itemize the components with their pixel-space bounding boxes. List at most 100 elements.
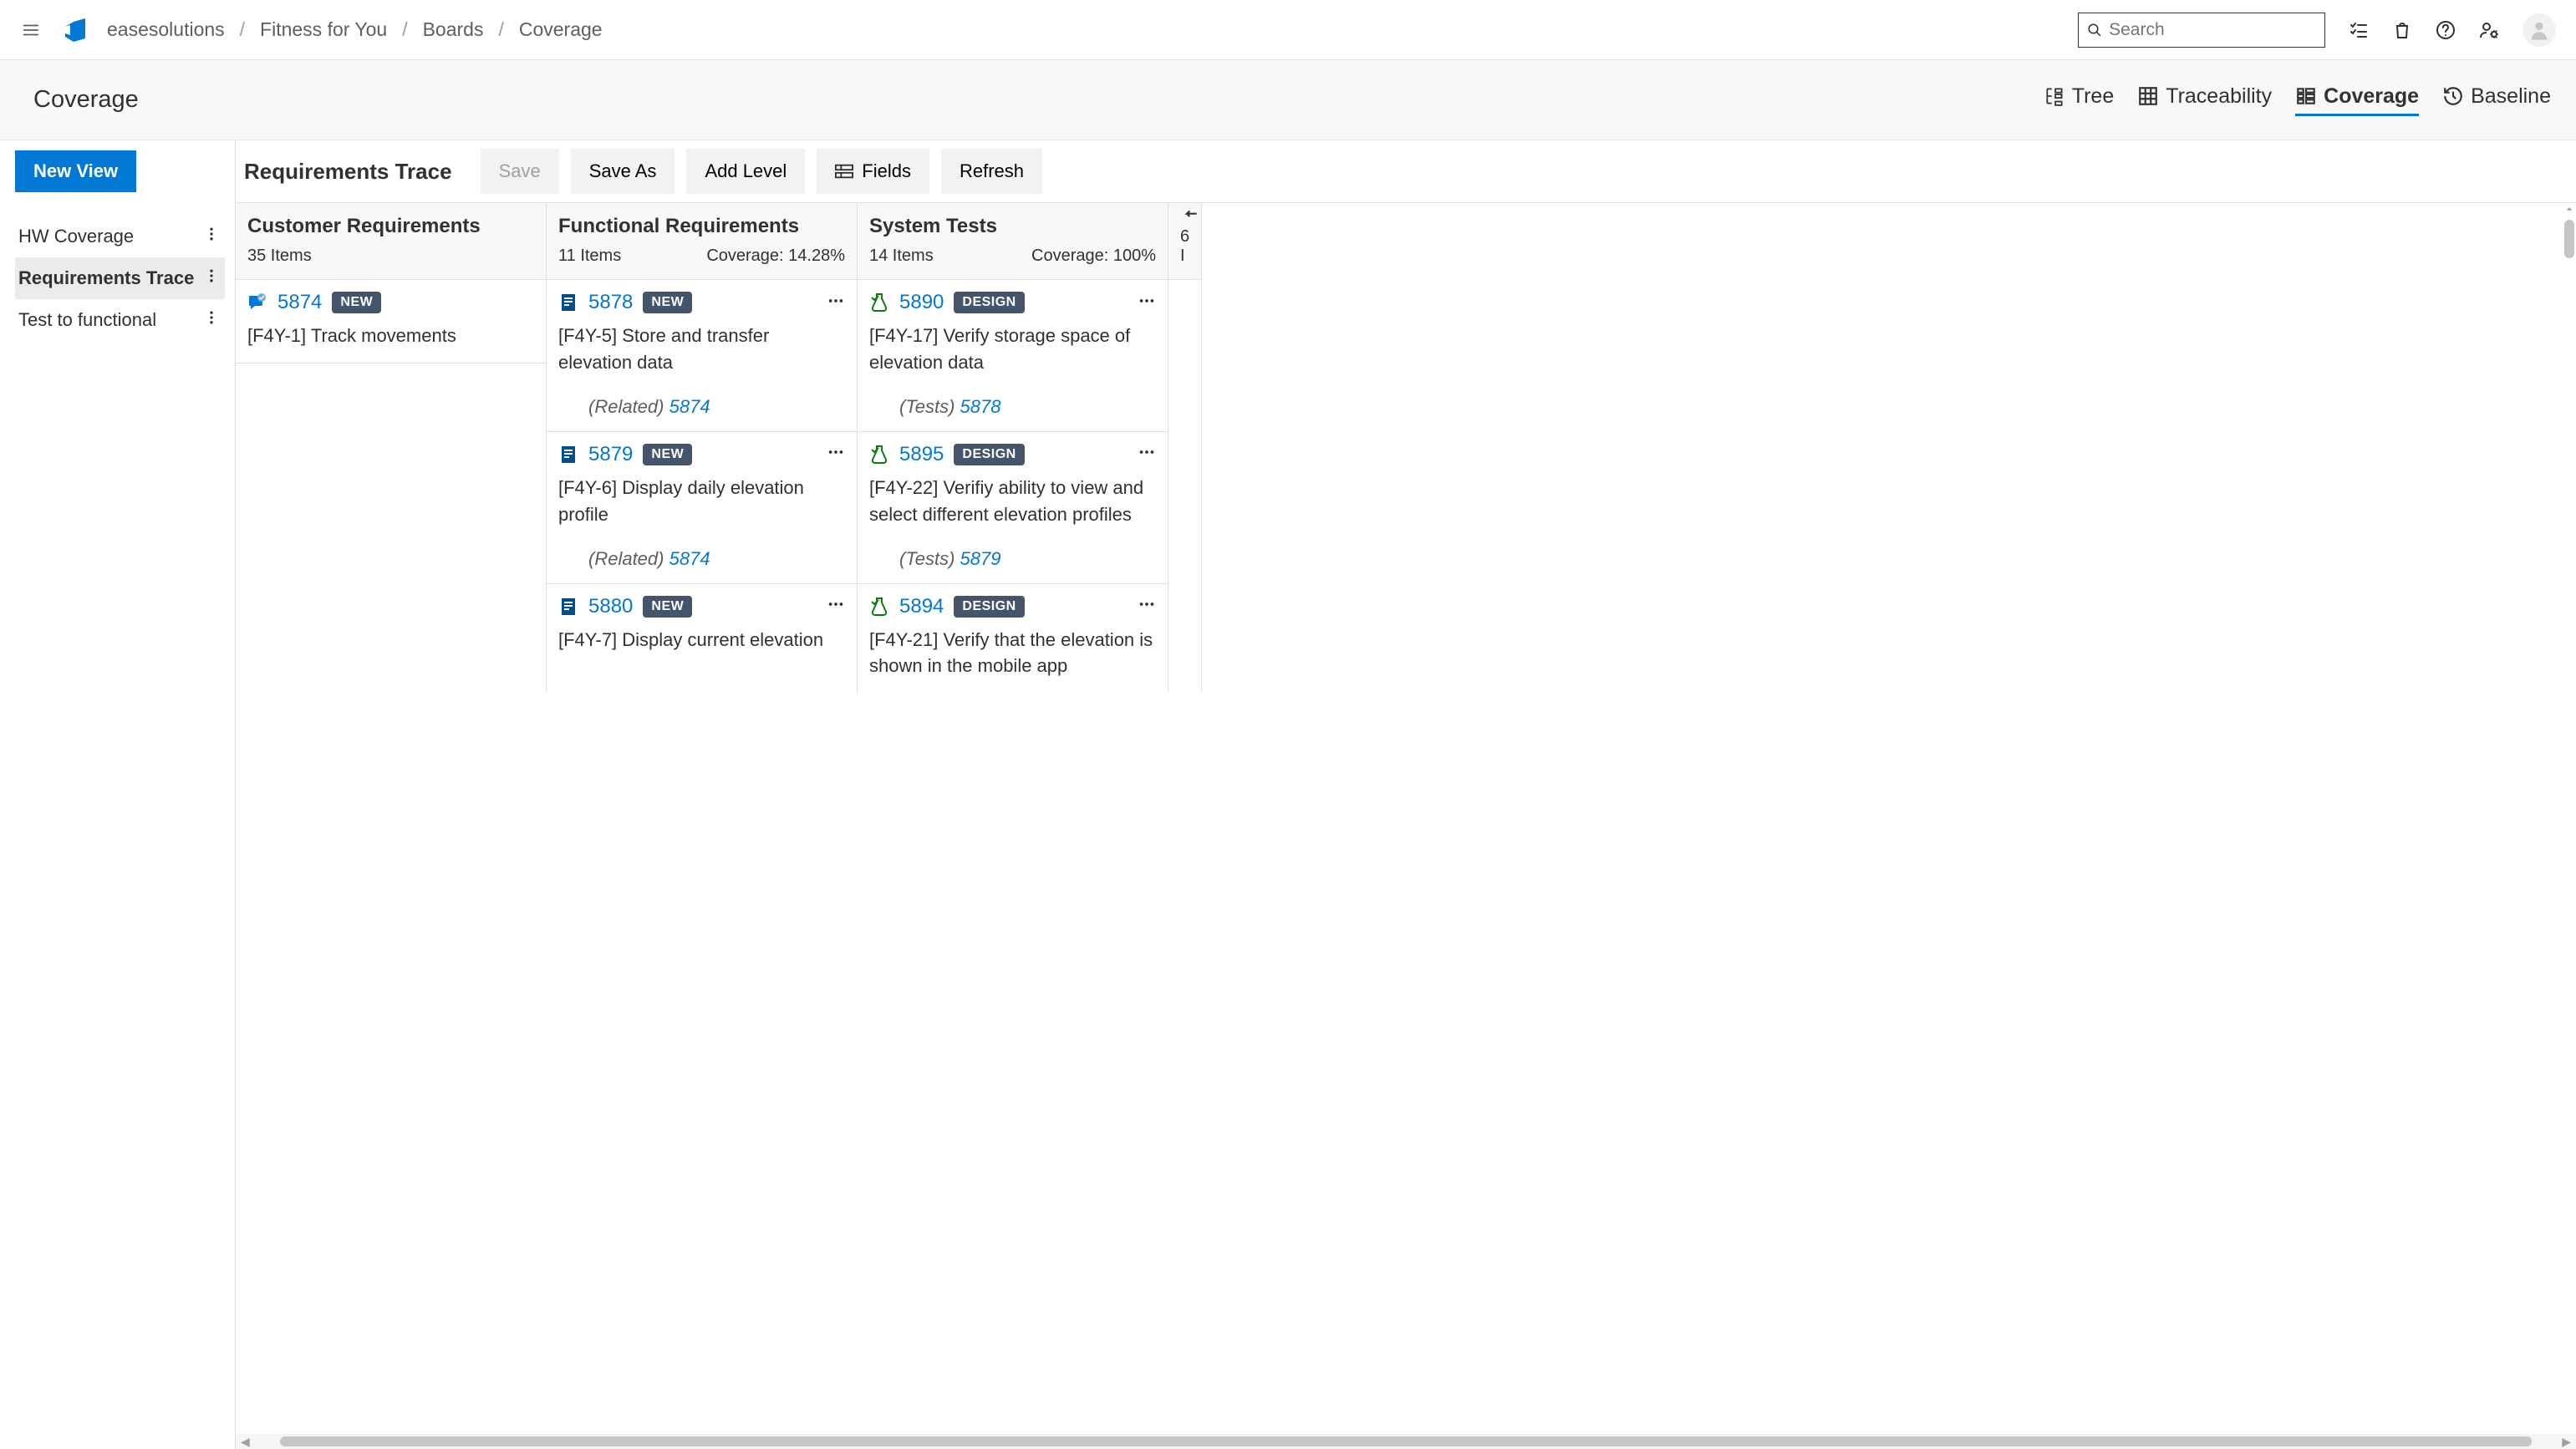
scroll-right-icon[interactable]: ▶ (2562, 1435, 2571, 1449)
test-icon (869, 597, 889, 617)
col-title: System Tests (869, 215, 1156, 238)
card-id[interactable]: 5878 (588, 291, 633, 314)
card-id[interactable]: 5894 (899, 595, 944, 618)
refresh-button[interactable]: Refresh (941, 149, 1042, 194)
card-id[interactable]: 5880 (588, 595, 633, 618)
trace-title: Requirements Trace (244, 159, 452, 185)
card-menu[interactable] (1138, 443, 1156, 465)
tab-tree[interactable]: Tree (2044, 84, 2114, 116)
help-icon-btn[interactable] (2436, 20, 2456, 40)
col-count: 35 Items (247, 247, 312, 266)
card-id[interactable]: 5895 (899, 443, 944, 466)
tab-coverage[interactable]: Coverage (2295, 84, 2419, 116)
rel-link[interactable]: 5878 (960, 396, 1001, 417)
card-id[interactable]: 5890 (899, 291, 944, 314)
card-title: [F4Y-5] Store and transfer elevation dat… (558, 323, 845, 376)
col-count: 14 Items (869, 247, 934, 266)
more-horizontal-icon (827, 443, 845, 461)
card[interactable]: 5878 NEW [F4Y-5] Store and transfer elev… (547, 280, 857, 432)
breadcrumb-sep: / (402, 18, 407, 41)
more-vertical-icon (203, 267, 220, 284)
breadcrumb-area[interactable]: Boards (423, 18, 484, 41)
save-button[interactable]: Save (481, 149, 559, 194)
breadcrumb-project[interactable]: Fitness for You (260, 18, 387, 41)
column-system-tests: System Tests 14 Items Coverage: 100% 589… (858, 203, 1168, 693)
add-level-button[interactable]: Add Level (686, 149, 805, 194)
collapse-arrow[interactable] (1183, 208, 1199, 229)
state-badge: DESIGN (954, 292, 1024, 313)
card-menu[interactable] (1138, 292, 1156, 314)
card[interactable]: 5874 NEW [F4Y-1] Track movements (236, 280, 546, 364)
card[interactable]: 5895 DESIGN [F4Y-22] Verifiy ability to … (858, 432, 1168, 584)
card[interactable]: 5894 DESIGN [F4Y-21] Verify that the ele… (858, 584, 1168, 694)
search-input[interactable] (2109, 20, 2316, 40)
feedback-icon (247, 292, 267, 313)
help-icon (2436, 20, 2456, 40)
test-icon (869, 292, 889, 313)
grid-icon (2137, 85, 2159, 107)
sidebar-item-requirements-trace[interactable]: Requirements Trace (15, 257, 225, 299)
sidebar-item-more[interactable] (203, 309, 220, 331)
sidebar-item-more[interactable] (203, 267, 220, 289)
checklist-icon (2349, 20, 2369, 40)
work-items-icon-btn[interactable] (2349, 20, 2369, 40)
state-badge: DESIGN (954, 596, 1024, 618)
scroll-thumb[interactable] (257, 1436, 2555, 1446)
col-coverage: Coverage: 100% (1031, 247, 1156, 266)
page-title: Coverage (33, 86, 139, 114)
card-id[interactable]: 5874 (277, 291, 322, 314)
new-view-button[interactable]: New View (15, 150, 136, 192)
rel-label: (Tests) (899, 548, 955, 569)
scroll-left-icon[interactable]: ◀ (241, 1435, 250, 1449)
undo-arrow-icon (1183, 208, 1199, 225)
user-settings-icon (2479, 20, 2499, 40)
sidebar-item-more[interactable] (203, 226, 220, 247)
card-title: [F4Y-17] Verify storage space of elevati… (869, 323, 1156, 376)
sidebar-item-hw-coverage[interactable]: HW Coverage (15, 216, 225, 257)
breadcrumb-sep: / (240, 18, 245, 41)
card[interactable]: 5890 DESIGN [F4Y-17] Verify storage spac… (858, 280, 1168, 432)
marketplace-icon-btn[interactable] (2392, 20, 2412, 40)
fields-button[interactable]: Fields (817, 149, 929, 194)
save-as-button[interactable]: Save As (571, 149, 675, 194)
sidebar-item-label: Requirements Trace (18, 267, 194, 289)
more-horizontal-icon (1138, 443, 1156, 461)
card-menu[interactable] (1138, 595, 1156, 618)
rel-link[interactable]: 5879 (960, 548, 1001, 569)
azure-devops-logo[interactable] (62, 17, 89, 43)
tab-tree-label: Tree (2072, 84, 2114, 109)
rel-link[interactable]: 5874 (669, 548, 710, 569)
settings-icon-btn[interactable] (2479, 20, 2499, 40)
sidebar-item-label: Test to functional (18, 309, 156, 331)
card-menu[interactable] (827, 292, 845, 314)
state-badge: NEW (643, 596, 692, 618)
more-vertical-icon (203, 309, 220, 326)
card-menu[interactable] (827, 443, 845, 465)
avatar[interactable] (2523, 13, 2556, 47)
search-box[interactable] (2078, 13, 2325, 48)
vertical-scrollbar[interactable] (2563, 203, 2576, 258)
card-menu[interactable] (827, 595, 845, 618)
requirement-icon (558, 292, 578, 313)
search-icon (2087, 22, 2102, 38)
horizontal-scrollbar[interactable]: ◀ ▶ (236, 1434, 2576, 1449)
sidebar-item-test-to-functional[interactable]: Test to functional (15, 299, 225, 341)
col-title: Customer Requirements (247, 215, 534, 238)
tab-traceability[interactable]: Traceability (2137, 84, 2272, 116)
coverage-icon (2295, 85, 2317, 107)
card[interactable]: 5879 NEW [F4Y-6] Display daily elevation… (547, 432, 857, 584)
more-horizontal-icon (1138, 292, 1156, 310)
card[interactable]: 5880 NEW [F4Y-7] Display current elevati… (547, 584, 857, 667)
history-icon (2442, 85, 2464, 107)
logo-icon (62, 17, 89, 43)
rel-link[interactable]: 5874 (669, 396, 710, 417)
tree-icon (2044, 85, 2065, 107)
tab-baseline[interactable]: Baseline (2442, 84, 2551, 116)
breadcrumb-page[interactable]: Coverage (519, 18, 603, 41)
menu-button[interactable] (17, 16, 45, 44)
breadcrumb-org[interactable]: easesolutions (107, 18, 225, 41)
card-id[interactable]: 5879 (588, 443, 633, 466)
more-vertical-icon (203, 226, 220, 242)
card-title: [F4Y-21] Verify that the elevation is sh… (869, 627, 1156, 680)
rel-label: (Tests) (899, 396, 955, 417)
